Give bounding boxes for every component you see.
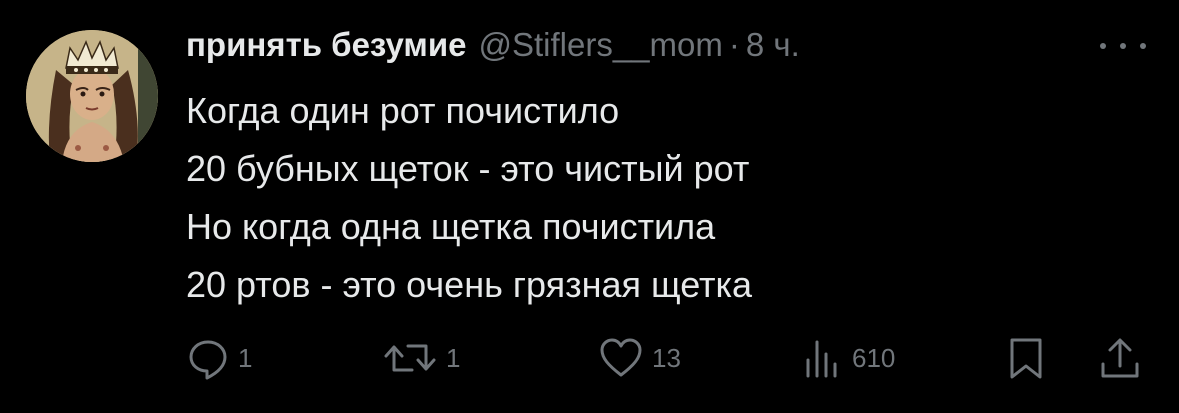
tweet-text-line: Когда один рот почистило: [186, 90, 620, 131]
bookmark-button[interactable]: [1006, 336, 1046, 380]
tweet-text-line: 20 бубных щеток - это чистый рот: [186, 148, 750, 189]
views-button[interactable]: 610: [800, 336, 895, 380]
reply-button[interactable]: 1: [186, 336, 252, 380]
heart-icon: [600, 338, 642, 377]
retweet-button[interactable]: 1: [382, 336, 460, 380]
more-options-icon[interactable]: [1100, 38, 1146, 54]
tweet-text: Когда один рот почистило 20 бубных щеток…: [186, 82, 1146, 314]
user-handle[interactable]: @Stiflers__mom: [478, 26, 722, 64]
avatar-image: [26, 30, 158, 162]
like-button[interactable]: 13: [598, 336, 681, 380]
share-button[interactable]: [1098, 336, 1142, 380]
retweet-count: 1: [446, 342, 461, 373]
separator: ·: [728, 26, 740, 63]
display-name[interactable]: принять безумие: [186, 26, 466, 64]
action-bar: 1 1 13 610: [186, 336, 1146, 380]
views-count: 610: [852, 342, 896, 373]
share-icon: [1101, 338, 1139, 378]
views-bar-chart-icon: [806, 340, 837, 378]
bookmark-icon: [1010, 338, 1042, 379]
tweet-text-line: 20 ртов - это очень грязная щетка: [186, 264, 753, 305]
reply-icon: [189, 340, 227, 380]
avatar[interactable]: [26, 30, 158, 162]
retweet-icon: [384, 344, 436, 372]
tweet[interactable]: принять безумие @Stiflers__mom · 8 ч. Ко…: [0, 0, 1179, 413]
reply-count: 1: [238, 342, 253, 373]
like-count: 13: [652, 342, 681, 373]
tweet-header: принять безумие @Stiflers__mom · 8 ч.: [186, 26, 800, 70]
tweet-text-line: Но когда одна щетка почистила: [186, 206, 716, 247]
timestamp[interactable]: 8 ч.: [746, 26, 800, 64]
